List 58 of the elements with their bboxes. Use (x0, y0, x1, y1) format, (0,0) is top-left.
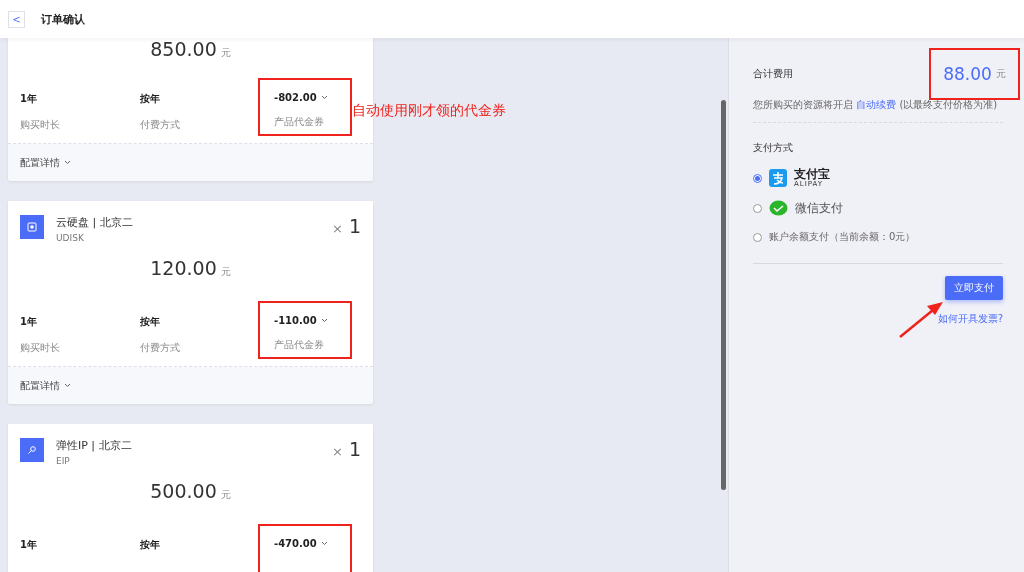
currency-unit: 元 (995, 67, 1006, 81)
times-sign: × (332, 444, 343, 459)
times-sign: × (332, 221, 343, 236)
details-toggle[interactable]: 配置详情 (20, 378, 71, 393)
billing-value: 按年 (140, 92, 161, 106)
radio-button[interactable] (753, 173, 762, 183)
wechat-logo-icon (769, 199, 788, 217)
payment-name: 微信支付 (795, 199, 843, 217)
chevron-down-icon (64, 160, 71, 165)
currency-unit: 元 (220, 488, 231, 502)
chevron-down-icon (320, 318, 328, 323)
duration-label: 购买时长 (20, 341, 61, 355)
alipay-logo-icon (769, 169, 787, 187)
product-name: 云硬盘 | 北京二 (56, 215, 134, 230)
voucher-label: 产品代金券 (274, 115, 325, 129)
billing-value: 按年 (140, 315, 161, 329)
key-icon (27, 445, 37, 455)
disk-icon (27, 222, 37, 232)
auto-renew-link[interactable]: 自动续费 (856, 99, 897, 110)
duration-label: 购买时长 (20, 118, 61, 132)
billing-label: 付费方式 (140, 341, 181, 355)
payment-name: 账户余额支付（当前余额：0元） (769, 230, 916, 244)
quantity: 1 (348, 215, 361, 237)
total-label: 合计费用 (753, 67, 793, 81)
duration-value: 1年 (20, 538, 38, 552)
currency-unit: 元 (220, 46, 231, 60)
chevron-down-icon (64, 383, 71, 388)
product-price: 850.00 (150, 38, 217, 60)
voucher-dropdown[interactable]: -470.00 (274, 538, 350, 549)
chevron-down-icon (320, 541, 328, 546)
voucher-label: 产品代金券 (274, 338, 325, 352)
duration-value: 1年 (20, 92, 38, 106)
pay-button[interactable]: 立即支付 (945, 276, 1003, 300)
quantity: 1 (348, 438, 361, 460)
product-price: 120.00 (150, 257, 217, 279)
invoice-link[interactable]: 如何开具发票? (937, 312, 1003, 326)
voucher-dropdown[interactable]: -802.00 (274, 92, 350, 103)
renewal-note: 您所购买的资源将开启 自动续费 (以最终支付价格为准) (753, 98, 999, 112)
radio-button[interactable] (753, 232, 762, 242)
billing-label: 付费方式 (140, 118, 181, 132)
details-toggle[interactable]: 配置详情 (20, 155, 71, 170)
chevron-down-icon (320, 95, 328, 100)
product-name: 弹性IP | 北京二 (56, 438, 133, 453)
payment-label: 支付方式 (753, 141, 794, 155)
page-title: 订单确认 (41, 11, 85, 27)
voucher-dropdown[interactable]: -110.00 (274, 315, 350, 326)
total-amount: 88.00 (943, 64, 992, 84)
duration-value: 1年 (20, 315, 38, 329)
payment-name: 支付宝 (794, 168, 830, 180)
product-code: EIP (56, 456, 71, 466)
radio-button[interactable] (753, 203, 762, 213)
product-code: UDISK (56, 233, 85, 243)
annotation-text: 自动使用刚才领的代金券 (352, 102, 506, 120)
scrollbar-thumb[interactable] (721, 100, 726, 490)
back-button[interactable]: < (8, 10, 25, 28)
product-price: 500.00 (150, 480, 217, 502)
billing-value: 按年 (140, 538, 161, 552)
currency-unit: 元 (220, 265, 231, 279)
